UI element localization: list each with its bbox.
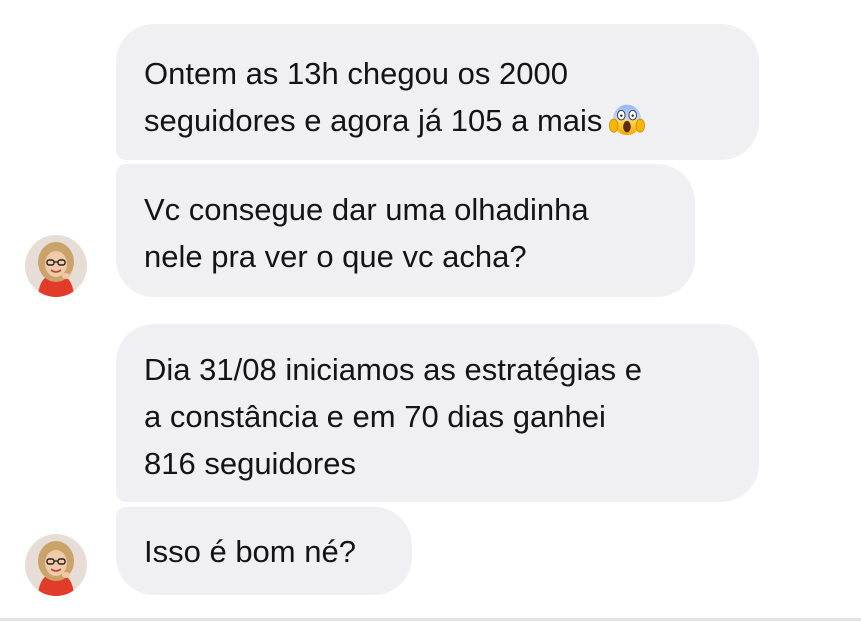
message-text: Dia 31/08 iniciamos as estratégias e a c… bbox=[144, 352, 642, 481]
avatar[interactable] bbox=[25, 235, 87, 297]
avatar[interactable] bbox=[25, 534, 87, 596]
message-text: Vc consegue dar uma olhadinha nele pra v… bbox=[144, 192, 589, 274]
message-bubble[interactable]: Ontem as 13h chegou os 2000 seguidores e… bbox=[116, 24, 759, 160]
message-bubble[interactable]: Vc consegue dar uma olhadinha nele pra v… bbox=[116, 164, 695, 297]
face-screaming-in-fear-icon bbox=[609, 104, 646, 136]
profile-photo-icon bbox=[25, 235, 87, 297]
message-bubble[interactable]: Isso é bom né? bbox=[116, 507, 412, 595]
chat-thread: Ontem as 13h chegou os 2000 seguidores e… bbox=[0, 0, 861, 621]
profile-photo-icon bbox=[25, 534, 87, 596]
message-text: Ontem as 13h chegou os 2000 seguidores e… bbox=[144, 56, 603, 138]
message-bubble[interactable]: Dia 31/08 iniciamos as estratégias e a c… bbox=[116, 324, 759, 502]
message-text: Isso é bom né? bbox=[144, 534, 356, 569]
